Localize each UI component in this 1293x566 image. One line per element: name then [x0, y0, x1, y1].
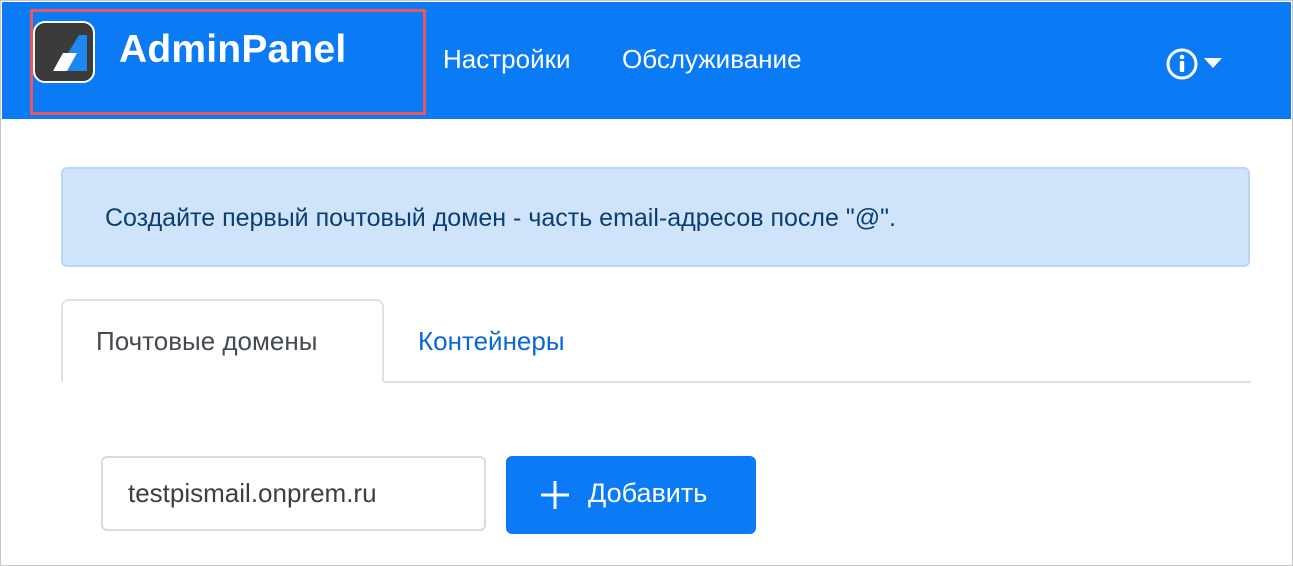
brand-name[interactable]: AdminPanel	[119, 28, 346, 72]
top-navbar: AdminPanel Настройки Обслуживание	[2, 2, 1291, 119]
add-domain-button[interactable]: Добавить	[506, 456, 756, 534]
adminpanel-logo-icon	[33, 21, 95, 83]
info-menu-toggle[interactable]	[1166, 48, 1230, 80]
tab-mail-domains[interactable]: Почтовые домены	[61, 299, 384, 383]
info-alert: Создайте первый почтовый домен - часть e…	[61, 167, 1250, 267]
plus-icon	[541, 481, 569, 509]
app-window: AdminPanel Настройки Обслуживание Создай…	[0, 0, 1293, 566]
alert-message: Создайте первый почтовый домен - часть e…	[105, 204, 896, 232]
tab-containers[interactable]: Контейнеры	[418, 299, 565, 383]
chevron-down-icon	[1204, 58, 1222, 68]
domain-input[interactable]	[101, 456, 486, 531]
nav-link-settings[interactable]: Настройки	[443, 44, 571, 75]
add-button-label: Добавить	[588, 478, 708, 508]
nav-link-maintenance[interactable]: Обслуживание	[622, 44, 802, 75]
